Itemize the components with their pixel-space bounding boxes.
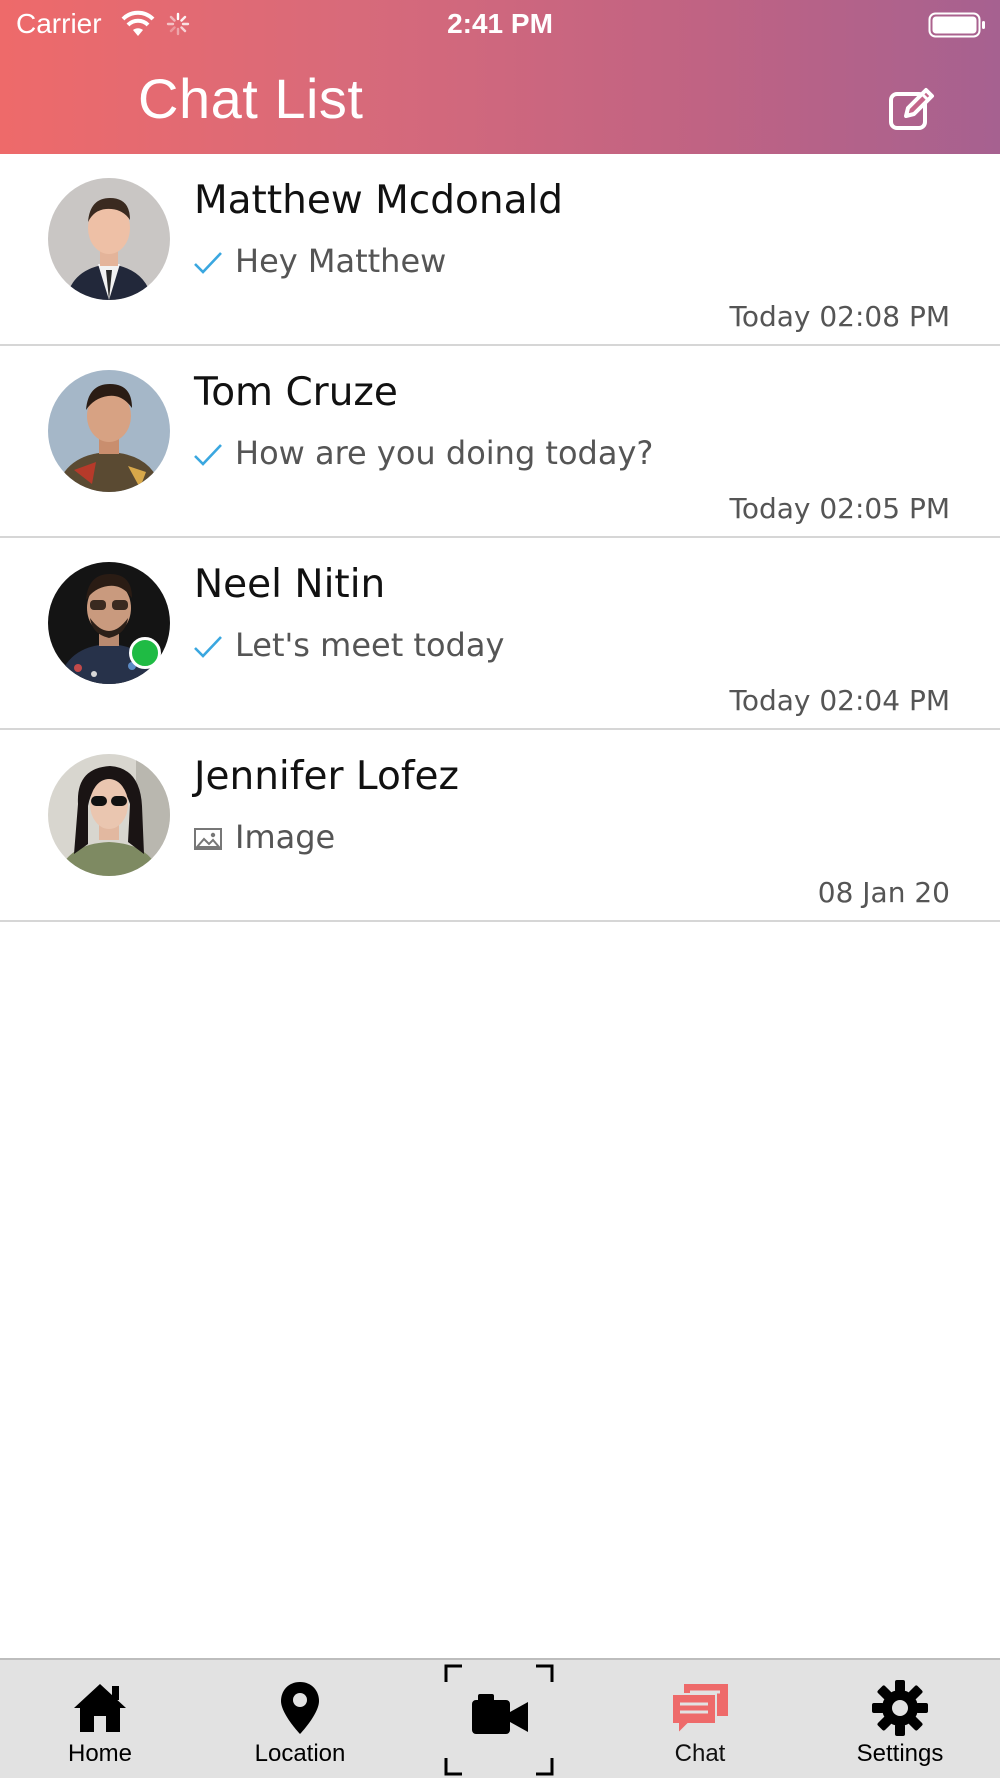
last-message: Let's meet today xyxy=(235,626,505,664)
image-icon xyxy=(194,828,222,850)
tab-settings[interactable]: Settings xyxy=(800,1660,1000,1778)
chat-row[interactable]: Tom Cruze How are you doing today? Today… xyxy=(0,346,1000,538)
contact-name: Neel Nitin xyxy=(194,562,386,607)
tab-home[interactable]: Home xyxy=(0,1660,200,1778)
tab-video[interactable] xyxy=(400,1660,600,1778)
chat-icon xyxy=(671,1684,728,1737)
contact-name: Matthew Mcdonald xyxy=(194,178,564,223)
contact-name: Tom Cruze xyxy=(194,370,398,415)
last-message: How are you doing today? xyxy=(235,434,654,472)
status-time: 2:41 PM xyxy=(447,8,553,39)
online-status-indicator xyxy=(129,637,161,669)
avatar xyxy=(48,754,170,876)
tab-label: Location xyxy=(254,1740,346,1767)
tab-label: Settings xyxy=(856,1740,944,1767)
chat-row[interactable]: Matthew Mcdonald Hey Matthew Today 02:08… xyxy=(0,154,1000,346)
battery-icon xyxy=(928,12,985,38)
message-time: Today 02:08 PM xyxy=(729,300,950,333)
chat-row[interactable]: Jennifer Lofez Image 08 Jan 20 xyxy=(0,730,1000,922)
chat-row[interactable]: Neel Nitin Let's meet today Today 02:04 … xyxy=(0,538,1000,730)
check-icon xyxy=(194,252,222,274)
compose-icon[interactable] xyxy=(886,84,936,134)
message-time: Today 02:05 PM xyxy=(729,492,950,525)
message-time: Today 02:04 PM xyxy=(729,684,950,717)
tab-label: Home xyxy=(67,1740,133,1767)
status-bar: Carrier 2:41 PM xyxy=(0,0,1000,50)
viewfinder-frame-icon xyxy=(444,1664,554,1776)
bottom-tab-bar: Home Location Chat Settings xyxy=(0,1658,1000,1778)
app-header: Carrier 2:41 PM Chat List xyxy=(0,0,1000,154)
location-pin-icon xyxy=(281,1682,319,1734)
contact-name: Jennifer Lofez xyxy=(194,754,460,799)
tab-location[interactable]: Location xyxy=(200,1660,400,1778)
tab-label: Chat xyxy=(674,1740,726,1767)
gear-icon xyxy=(872,1680,928,1736)
last-message: Hey Matthew xyxy=(235,242,447,280)
last-message: Image xyxy=(235,818,336,856)
avatar xyxy=(48,370,170,492)
check-icon xyxy=(194,444,222,466)
home-icon xyxy=(74,1684,126,1732)
message-time: 08 Jan 20 xyxy=(817,876,950,909)
chat-list: Matthew Mcdonald Hey Matthew Today 02:08… xyxy=(0,154,1000,922)
check-icon xyxy=(194,636,222,658)
page-title: Chat List xyxy=(138,67,364,130)
avatar xyxy=(48,178,170,300)
tab-chat[interactable]: Chat xyxy=(600,1660,800,1778)
